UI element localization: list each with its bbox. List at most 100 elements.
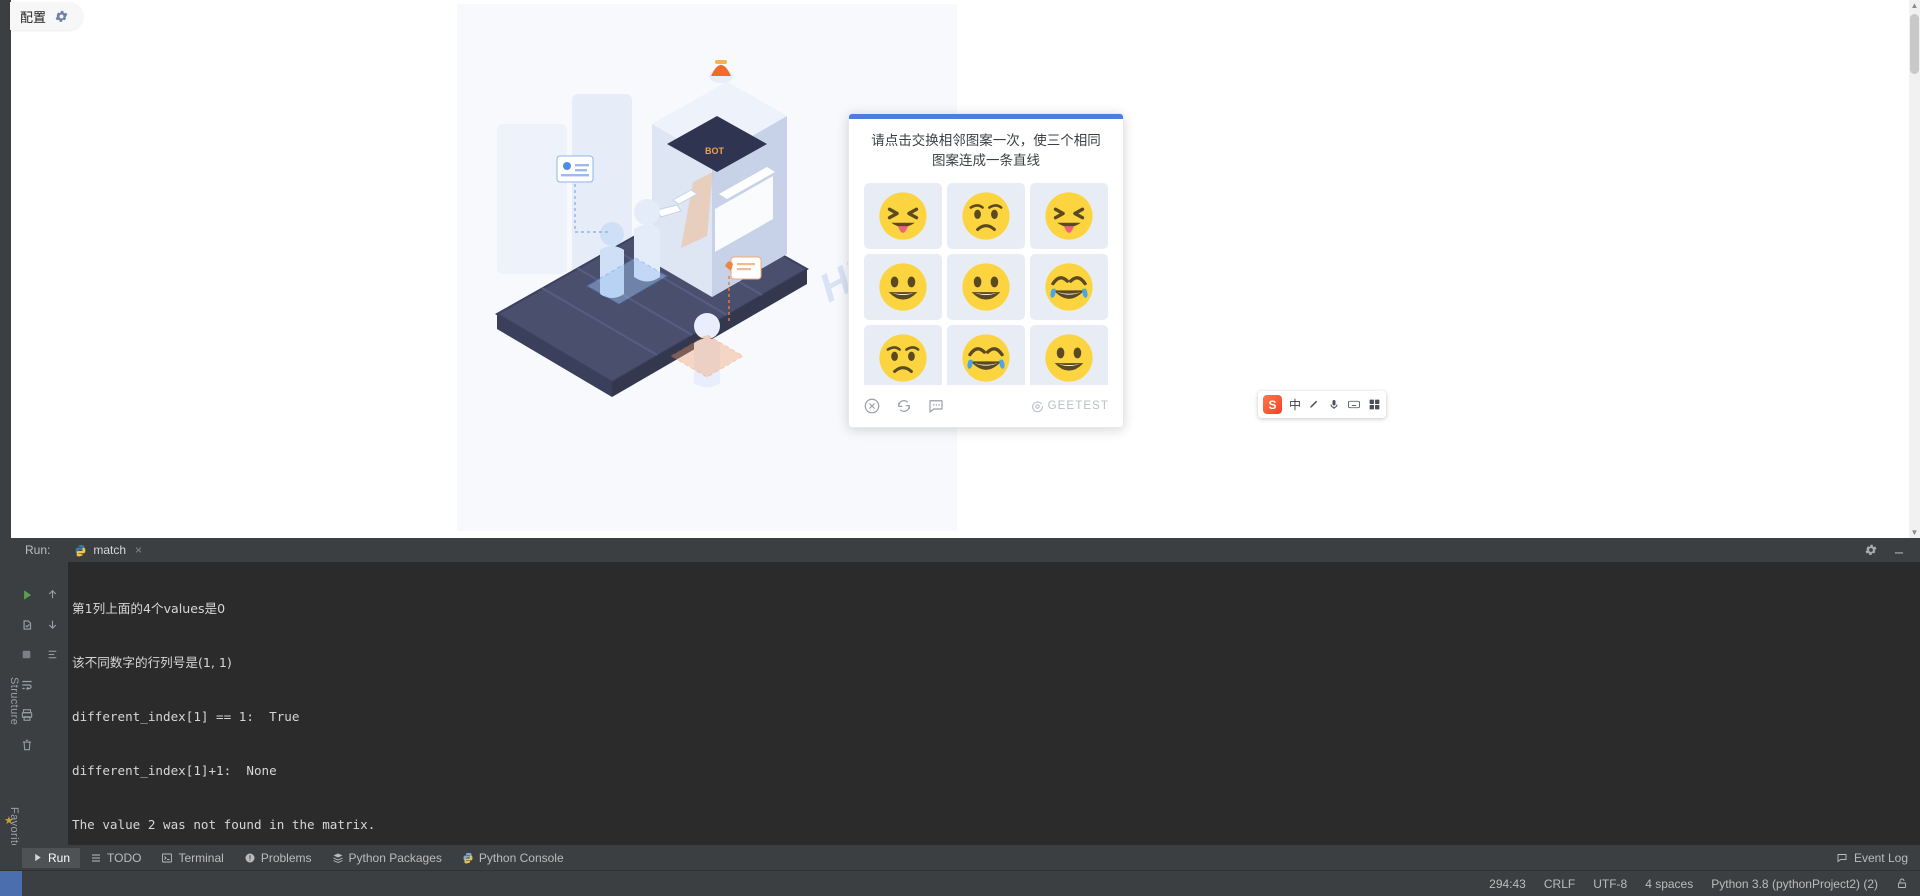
scroll-end-icon[interactable]: [46, 648, 61, 663]
run-window-header: Run: match ×: [0, 538, 1920, 562]
sogou-logo-icon[interactable]: S: [1263, 395, 1282, 414]
ime-lang-toggle[interactable]: 中: [1289, 396, 1301, 413]
left-edge-rail: [0, 0, 11, 538]
captcha-cell-1-0[interactable]: [864, 254, 942, 320]
tool-button-python-console-label: Python Console: [478, 850, 564, 865]
console-line-0: 第1列上面的4个values是0: [72, 601, 226, 616]
minimize-icon[interactable]: [1892, 543, 1906, 557]
run-icon[interactable]: [20, 588, 35, 603]
tool-button-python-packages-label: Python Packages: [348, 850, 442, 865]
python-icon: [74, 544, 87, 557]
feedback-icon[interactable]: [927, 397, 945, 415]
captcha-cell-2-1[interactable]: [947, 325, 1025, 391]
tool-button-run[interactable]: Run: [22, 847, 81, 868]
tool-button-problems-label: Problems: [260, 850, 312, 865]
gear-icon[interactable]: [1864, 543, 1878, 557]
scroll-up-arrow[interactable]: ▲: [1910, 1, 1919, 10]
tool-button-run-label: Run: [48, 850, 71, 865]
face-grinning-icon: [962, 263, 1010, 311]
captcha-cell-1-1[interactable]: [947, 254, 1025, 320]
tool-button-python-packages[interactable]: Python Packages: [322, 848, 452, 868]
geetest-captcha-panel[interactable]: 请点击交换相邻图案一次，使三个相同图案连成一条直线 GEETEST: [848, 113, 1124, 428]
bottom-tool-window-bar: Run TODO Terminal Problems Python Packag…: [0, 845, 1920, 870]
stop-icon[interactable]: [20, 648, 35, 663]
captcha-cell-0-0[interactable]: [864, 183, 942, 249]
geetest-brand: GEETEST: [1031, 400, 1109, 413]
gear-icon[interactable]: [54, 9, 69, 24]
tool-tab-structure[interactable]: Structure: [0, 677, 20, 725]
event-log-button[interactable]: Event Log: [1836, 851, 1920, 865]
ime-keyboard-icon[interactable]: [1347, 398, 1361, 411]
scanner-machine: BOT: [652, 60, 787, 297]
run-tab-match[interactable]: match ×: [68, 541, 148, 559]
captcha-cell-2-2[interactable]: [1030, 325, 1108, 391]
ime-toolbox-icon[interactable]: [1368, 398, 1381, 411]
status-interpreter[interactable]: Python 3.8 (pythonProject2) (2): [1711, 877, 1878, 891]
scroll-up-icon[interactable]: [46, 588, 61, 603]
captcha-grid[interactable]: [864, 183, 1108, 391]
console-line-4: The value 2 was not found in the matrix.: [72, 817, 376, 832]
tool-button-terminal-label: Terminal: [178, 850, 224, 865]
page-scrollbar[interactable]: ▲ ▼: [1909, 0, 1920, 538]
face-stuck-out-tongue-closed-eyes-icon: [879, 192, 927, 240]
ide-run-tool-window: Run: match × Structure Favorites ★ 第1列上面…: [0, 538, 1920, 896]
captcha-accent-bar: [849, 114, 1123, 119]
id-card: [556, 155, 594, 183]
ime-voice-icon[interactable]: [1328, 398, 1340, 411]
run-tab-label: match: [93, 543, 127, 557]
scroll-down-arrow[interactable]: ▼: [1910, 528, 1919, 537]
config-button-label: 配置: [20, 10, 47, 26]
page-scrollbar-thumb[interactable]: [1910, 14, 1919, 74]
face-worried-icon: [879, 334, 927, 382]
soft-wrap-icon[interactable]: [20, 678, 35, 693]
face-tears-of-joy-icon: [1045, 263, 1093, 311]
sogou-ime-bar[interactable]: S 中: [1258, 391, 1386, 418]
page-left-blank: [11, 0, 457, 538]
face-tears-of-joy-icon: [962, 334, 1010, 382]
lock-icon[interactable]: [1896, 877, 1908, 890]
tool-button-todo[interactable]: TODO: [80, 848, 151, 868]
bot-label: BOT: [705, 146, 725, 156]
captcha-cell-2-0[interactable]: [864, 325, 942, 391]
captcha-footer-icons: [863, 397, 945, 415]
captcha-cell-0-2[interactable]: [1030, 183, 1108, 249]
face-grinning-icon: [879, 263, 927, 311]
run-gutter-column-2: [46, 588, 61, 663]
captcha-instruction: 请点击交换相邻图案一次，使三个相同图案连成一条直线: [871, 133, 1101, 169]
run-tab-close-icon[interactable]: ×: [135, 543, 142, 557]
browser-page-area: HUMAN ONLY: [0, 0, 1920, 538]
tool-button-problems[interactable]: Problems: [234, 848, 322, 868]
scroll-down-icon[interactable]: [46, 618, 61, 633]
tool-button-python-console[interactable]: Python Console: [452, 848, 574, 868]
status-caret-position[interactable]: 294:43: [1489, 877, 1526, 891]
refresh-icon[interactable]: [895, 397, 913, 415]
face-stuck-out-tongue-closed-eyes-icon: [1045, 192, 1093, 240]
geetest-brand-label: GEETEST: [1047, 400, 1109, 412]
geetest-logo-icon: [1031, 400, 1044, 413]
status-encoding[interactable]: UTF-8: [1593, 877, 1627, 891]
favorites-star-icon: ★: [4, 815, 14, 827]
run-label: Run:: [25, 543, 51, 557]
console-line-2: different_index[1] == 1: True: [72, 709, 300, 724]
status-bar-indicator: [0, 870, 22, 896]
captcha-footer: GEETEST: [849, 385, 1123, 427]
screen-root: HUMAN ONLY: [0, 0, 1920, 896]
run-header-actions: [1864, 543, 1920, 557]
ime-handwriting-icon[interactable]: [1308, 398, 1321, 411]
console-line-3: different_index[1]+1: None: [72, 763, 277, 778]
status-indent[interactable]: 4 spaces: [1645, 877, 1693, 891]
rerun-failed-icon[interactable]: [20, 618, 35, 633]
captcha-cell-0-1[interactable]: [947, 183, 1025, 249]
status-line-separator[interactable]: CRLF: [1544, 877, 1575, 891]
event-log-label: Event Log: [1853, 850, 1908, 865]
tool-button-terminal[interactable]: Terminal: [151, 848, 233, 868]
tool-button-todo-label: TODO: [107, 850, 142, 865]
trash-icon[interactable]: [20, 738, 35, 753]
page-right-blank: [1457, 0, 1920, 538]
config-button[interactable]: 配置: [10, 2, 84, 30]
print-icon[interactable]: [20, 708, 35, 723]
face-worried-icon: [962, 192, 1010, 240]
run-gutter-column-1: [20, 588, 35, 753]
captcha-cell-1-2[interactable]: [1030, 254, 1108, 320]
close-icon[interactable]: [863, 397, 881, 415]
